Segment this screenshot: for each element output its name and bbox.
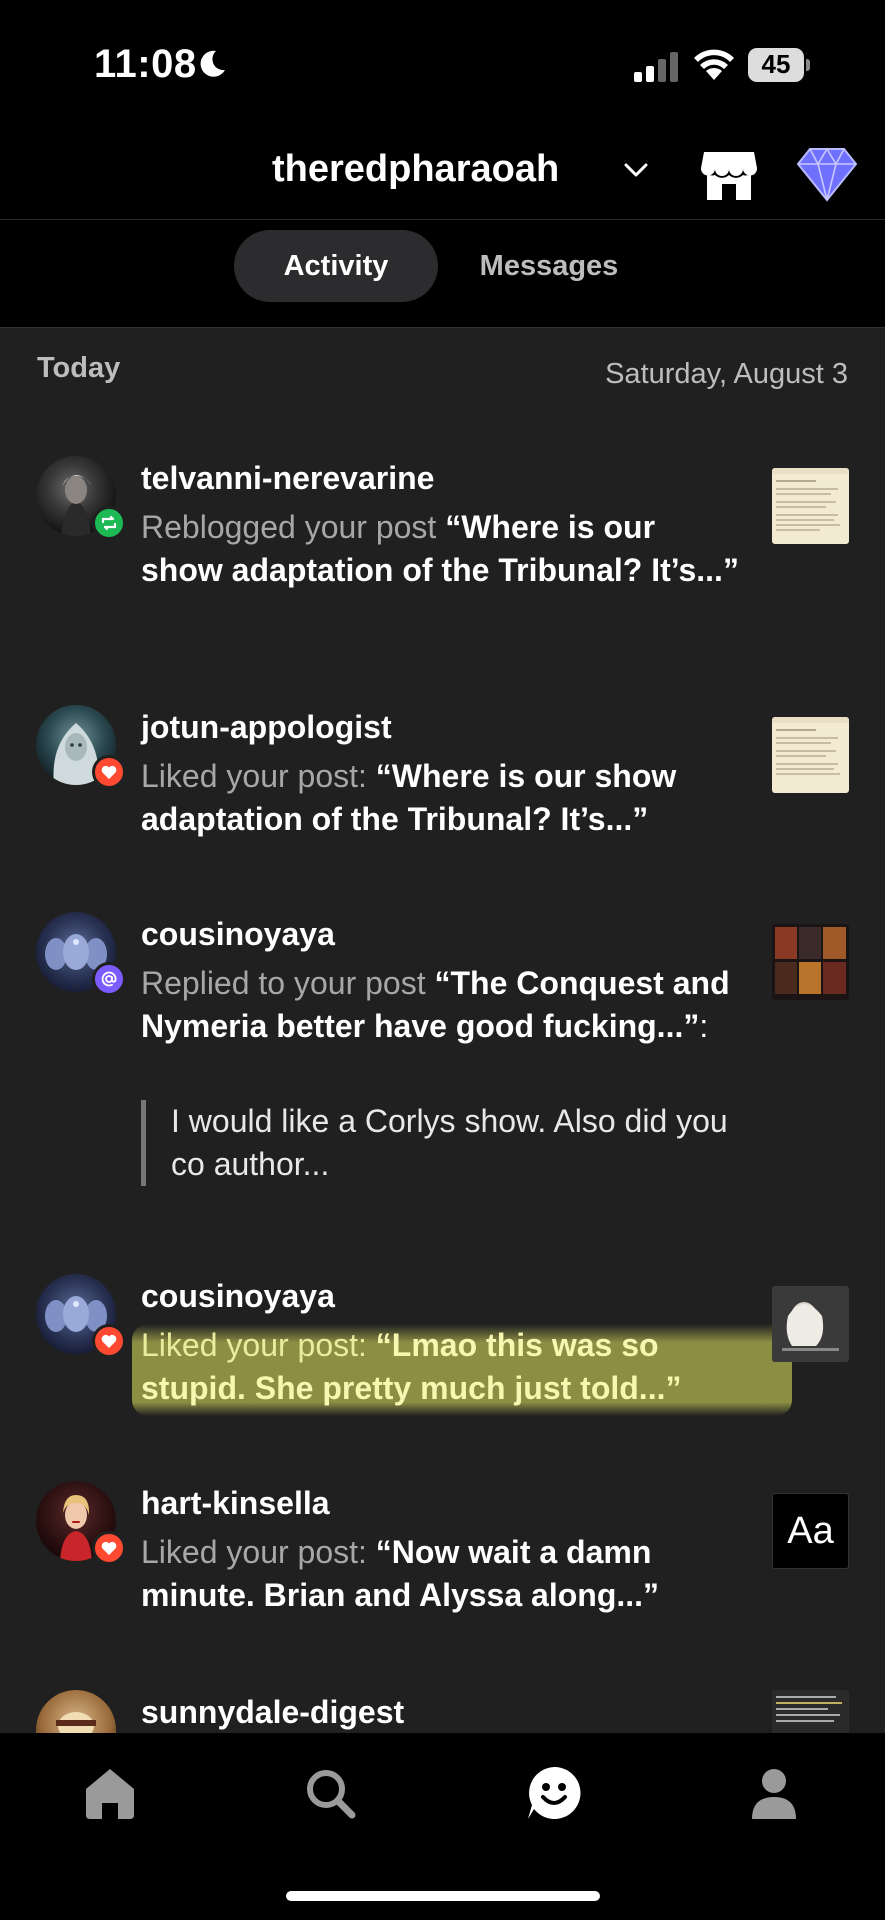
account-icon[interactable] xyxy=(744,1763,804,1823)
activity-action: Reblogged your post xyxy=(141,509,437,545)
tab-messages[interactable]: Messages xyxy=(456,230,642,302)
activity-text: Liked your post: “Where is our show adap… xyxy=(141,758,677,837)
activity-text: Liked your post: “Lmao this was so stupi… xyxy=(141,1327,682,1406)
username[interactable]: cousinoyaya xyxy=(141,1278,335,1315)
post-thumbnail-text[interactable]: Aa xyxy=(772,1493,849,1569)
store-icon[interactable] xyxy=(700,148,758,202)
activity-item[interactable]: telvanni-nerevarine Reblogged your post … xyxy=(0,456,885,656)
username[interactable]: telvanni-nerevarine xyxy=(141,460,434,497)
like-badge xyxy=(92,755,126,789)
reply-quote: I would like a Corlys show. Also did you… xyxy=(141,1100,741,1186)
post-thumbnail-image xyxy=(772,468,849,531)
text-post-icon: Aa xyxy=(787,1509,834,1552)
activity-item[interactable]: cousinoyaya Liked your post: “Lmao this … xyxy=(0,1274,885,1444)
username[interactable]: sunnydale-digest xyxy=(141,1694,404,1731)
like-badge xyxy=(92,1324,126,1358)
activity-item[interactable]: sunnydale-digest xyxy=(0,1690,885,1733)
post-thumbnail[interactable] xyxy=(772,717,849,793)
post-thumbnail[interactable] xyxy=(772,1690,849,1733)
heart-icon xyxy=(101,765,117,779)
activity-text: Liked your post: “Now wait a damn minute… xyxy=(141,1534,660,1613)
status-time: 11:08 xyxy=(94,42,197,86)
mention-icon xyxy=(101,971,117,987)
post-thumbnail-image xyxy=(772,1286,849,1362)
header: theredpharaoah xyxy=(0,130,885,220)
battery-indicator: 45 xyxy=(748,48,810,82)
activity-text: Replied to your post “The Conquest and N… xyxy=(141,965,730,1044)
activity-action: Replied to your post xyxy=(141,965,426,1001)
mention-badge xyxy=(92,962,126,996)
moon-icon xyxy=(200,50,225,77)
activity-item[interactable]: hart-kinsella Liked your post: “Now wait… xyxy=(0,1481,885,1651)
activity-smiley-icon[interactable] xyxy=(524,1763,584,1823)
status-bar: 11:08 45 xyxy=(0,0,885,130)
avatar-portrait-icon xyxy=(56,1712,96,1733)
username[interactable]: cousinoyaya xyxy=(141,916,335,953)
username[interactable]: jotun-appologist xyxy=(141,709,392,746)
post-thumbnail-image xyxy=(776,1696,842,1722)
post-thumbnail-image xyxy=(772,717,849,775)
activity-text: Reblogged your post “Where is our show a… xyxy=(141,509,739,588)
avatar[interactable] xyxy=(36,1690,116,1733)
reblog-icon xyxy=(101,515,117,531)
reblog-badge xyxy=(92,506,126,540)
wifi-icon xyxy=(694,49,734,80)
chevron-down-icon[interactable] xyxy=(620,154,652,186)
blog-name[interactable]: theredpharaoah xyxy=(272,148,559,191)
like-badge xyxy=(92,1531,126,1565)
post-thumbnail[interactable] xyxy=(772,924,849,1000)
activity-action: Liked your post: xyxy=(141,1534,367,1570)
activity-item[interactable]: jotun-appologist Liked your post: “Where… xyxy=(0,705,885,865)
post-thumbnail[interactable] xyxy=(772,1286,849,1362)
search-icon[interactable] xyxy=(300,1763,360,1823)
activity-action: Liked your post: xyxy=(141,758,367,794)
activity-feed[interactable]: Today Saturday, August 3 telvanni-nereva… xyxy=(0,328,885,1733)
post-thumbnail-image xyxy=(775,927,846,994)
gem-icon[interactable] xyxy=(796,146,858,202)
activity-tabs: Activity Messages xyxy=(0,220,885,328)
home-icon[interactable] xyxy=(80,1763,140,1823)
heart-icon xyxy=(101,1541,117,1555)
post-thumbnail[interactable] xyxy=(772,468,849,544)
username[interactable]: hart-kinsella xyxy=(141,1485,330,1522)
date-label: Saturday, August 3 xyxy=(605,358,848,390)
activity-action: Liked your post: xyxy=(141,1327,367,1363)
home-indicator[interactable] xyxy=(286,1891,600,1901)
heart-icon xyxy=(101,1334,117,1348)
battery-level: 45 xyxy=(761,49,791,79)
tab-activity[interactable]: Activity xyxy=(234,230,438,302)
cellular-signal-icon xyxy=(634,52,678,82)
day-label: Today xyxy=(37,352,121,384)
battery-tip xyxy=(806,59,810,71)
bottom-tab-bar xyxy=(0,1733,885,1920)
activity-item[interactable]: cousinoyaya Replied to your post “The Co… xyxy=(0,912,885,1252)
